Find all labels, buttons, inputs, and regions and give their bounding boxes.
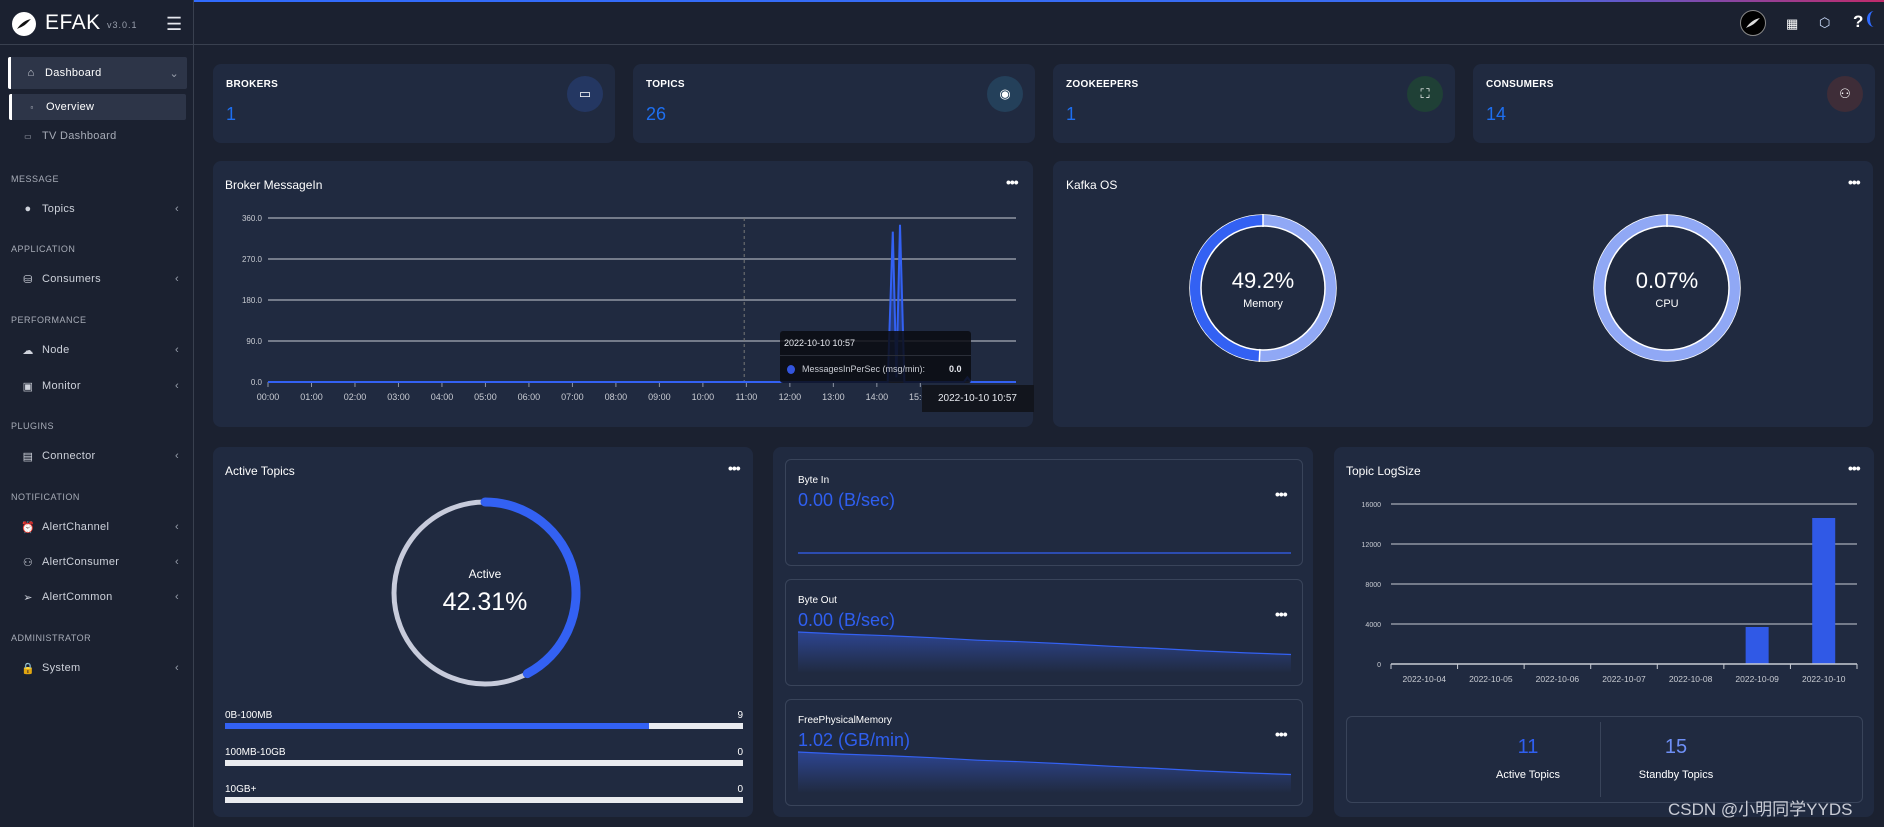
y-tick-label: 0 [1377, 662, 1381, 669]
topic-summary-box [1346, 716, 1863, 803]
y-tick-label: 4000 [1365, 622, 1381, 629]
x-tick-label: 2022-10-06 [1536, 674, 1580, 684]
bar [1812, 518, 1836, 664]
standby-topics-label: Standby Topics [1638, 769, 1714, 781]
active-topics-label: Active Topics [1496, 769, 1560, 781]
y-tick-label: 8000 [1365, 582, 1381, 589]
y-tick-label: 12000 [1362, 542, 1382, 549]
bar [1745, 627, 1769, 664]
x-tick-label: 2022-10-04 [1403, 674, 1447, 684]
standby-topics-count: 15 [1664, 736, 1688, 758]
x-tick-label: 2022-10-07 [1602, 674, 1646, 684]
topic-logsize-chart: 0 4000 8000 12000 16000 2022-10-04 2022-10-05 2… [1362, 502, 1858, 684]
x-tick-label: 2022-10-10 [1802, 674, 1846, 684]
x-tick-label: 2022-10-05 [1469, 674, 1513, 684]
divider [1600, 722, 1601, 797]
y-tick-label: 16000 [1362, 502, 1382, 509]
x-tick-label: 2022-10-08 [1669, 674, 1713, 684]
x-tick-label: 2022-10-09 [1735, 674, 1779, 684]
active-topics-count: 11 [1517, 736, 1539, 758]
watermark: CSDN @小明同学YYDS [1668, 800, 1853, 819]
